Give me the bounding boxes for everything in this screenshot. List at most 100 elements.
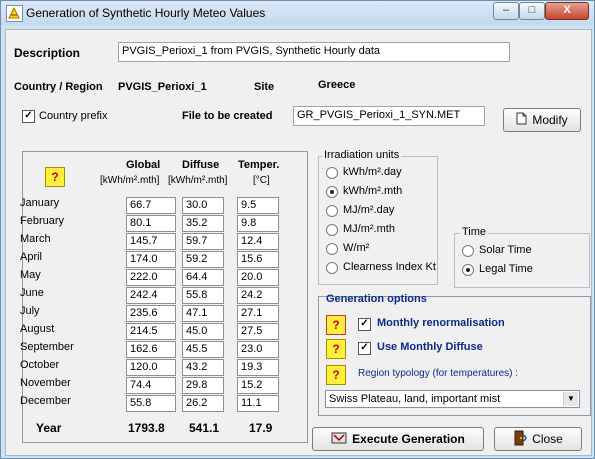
region-typology-select[interactable]: Swiss Plateau, land, important mist ▼: [325, 390, 580, 408]
temp-cell[interactable]: 12.4: [237, 233, 279, 250]
table-help-icon[interactable]: ?: [45, 167, 65, 187]
diffuse-help-icon[interactable]: ?: [326, 339, 346, 359]
monthly-renormalisation-label: Monthly renormalisation: [377, 317, 505, 329]
global-cell[interactable]: 55.8: [126, 395, 176, 412]
temp-cell[interactable]: 24.2: [237, 287, 279, 304]
description-label: Description: [14, 46, 81, 60]
diffuse-unit: [kWh/m².mth]: [168, 175, 228, 186]
unit-radio-clearness[interactable]: [326, 262, 338, 274]
renormalisation-help-icon[interactable]: ?: [326, 315, 346, 335]
year-global: 1793.8: [128, 421, 165, 435]
temp-cell[interactable]: 20.0: [237, 269, 279, 286]
global-cell[interactable]: 162.6: [126, 341, 176, 358]
global-cell[interactable]: 214.5: [126, 323, 176, 340]
temperature-unit: [°C]: [253, 175, 270, 186]
temp-cell[interactable]: 9.8: [237, 215, 279, 232]
file-label: File to be created: [182, 110, 273, 122]
temp-cell[interactable]: 9.5: [237, 197, 279, 214]
monthly-renormalisation-checkbox[interactable]: ✓: [358, 318, 371, 331]
global-cell[interactable]: 174.0: [126, 251, 176, 268]
maximize-button[interactable]: □: [519, 2, 545, 20]
modify-label: Modify: [532, 113, 568, 127]
month-label: April: [20, 251, 43, 263]
global-cell[interactable]: 80.1: [126, 215, 176, 232]
month-label: March: [20, 233, 51, 245]
window-title: Generation of Synthetic Hourly Meteo Val…: [26, 6, 266, 20]
unit-radio-kwh-day[interactable]: [326, 167, 338, 179]
close-icon: X: [563, 4, 571, 16]
diffuse-cell[interactable]: 43.2: [182, 359, 224, 376]
generation-options-label: Generation options: [326, 293, 427, 305]
temp-cell[interactable]: 27.1: [237, 305, 279, 322]
month-label: October: [20, 359, 60, 371]
global-cell[interactable]: 145.7: [126, 233, 176, 250]
file-name-input[interactable]: GR_PVGIS_Perioxi_1_SYN.MET: [293, 106, 485, 126]
unit-label: MJ/m².mth: [343, 223, 395, 235]
unit-label: MJ/m².day: [343, 204, 395, 216]
global-cell[interactable]: 242.4: [126, 287, 176, 304]
diffuse-cell[interactable]: 35.2: [182, 215, 224, 232]
diffuse-header: Diffuse: [182, 159, 220, 171]
diffuse-cell[interactable]: 64.4: [182, 269, 224, 286]
global-cell[interactable]: 235.6: [126, 305, 176, 322]
time-label: Time: [460, 226, 489, 238]
site-value: Greece: [318, 79, 356, 91]
country-prefix-checkbox[interactable]: ✓: [22, 110, 35, 123]
temperature-header: Temper.: [238, 159, 280, 171]
minimize-button[interactable]: –: [493, 2, 519, 20]
month-label: December: [20, 395, 71, 407]
execute-generation-label: Execute Generation: [352, 432, 465, 446]
temp-cell[interactable]: 27.5: [237, 323, 279, 340]
unit-label: Clearness Index Kt: [343, 261, 436, 273]
chevron-down-icon[interactable]: ▼: [563, 392, 578, 406]
diffuse-cell[interactable]: 47.1: [182, 305, 224, 322]
country-region-value: PVGIS_Perioxi_1: [118, 81, 207, 93]
month-label: July: [20, 305, 40, 317]
unit-radio-w-m2[interactable]: [326, 243, 338, 255]
region-help-icon[interactable]: ?: [326, 365, 346, 385]
time-group: [454, 233, 590, 288]
diffuse-cell[interactable]: 55.8: [182, 287, 224, 304]
temp-cell[interactable]: 23.0: [237, 341, 279, 358]
month-label: September: [20, 341, 74, 353]
diffuse-cell[interactable]: 59.2: [182, 251, 224, 268]
execute-generation-button[interactable]: Execute Generation: [312, 427, 484, 451]
unit-radio-mj-day[interactable]: [326, 205, 338, 217]
title-bar[interactable]: Generation of Synthetic Hourly Meteo Val…: [1, 1, 594, 25]
time-radio-legal[interactable]: [462, 264, 474, 276]
diffuse-cell[interactable]: 45.0: [182, 323, 224, 340]
irradiation-units-label: Irradiation units: [322, 149, 402, 161]
year-label: Year: [36, 421, 62, 435]
temp-cell[interactable]: 15.6: [237, 251, 279, 268]
unit-radio-mj-mth[interactable]: [326, 224, 338, 236]
temp-cell[interactable]: 15.2: [237, 377, 279, 394]
time-option-label: Solar Time: [479, 244, 532, 256]
diffuse-cell[interactable]: 29.8: [182, 377, 224, 394]
diffuse-cell[interactable]: 45.5: [182, 341, 224, 358]
use-monthly-diffuse-label: Use Monthly Diffuse: [377, 341, 483, 353]
global-cell[interactable]: 74.4: [126, 377, 176, 394]
close-window-button[interactable]: X: [545, 2, 589, 20]
year-diffuse: 541.1: [189, 421, 220, 435]
time-radio-solar[interactable]: [462, 245, 474, 257]
global-cell[interactable]: 66.7: [126, 197, 176, 214]
unit-radio-kwh-mth[interactable]: [326, 186, 338, 198]
site-label: Site: [254, 81, 275, 93]
month-label: February: [20, 215, 65, 227]
app-icon: [6, 5, 23, 22]
document-icon: [516, 112, 527, 128]
diffuse-cell[interactable]: 26.2: [182, 395, 224, 412]
global-unit: [kWh/m².mth]: [100, 175, 160, 186]
month-label: June: [20, 287, 44, 299]
description-input[interactable]: PVGIS_Perioxi_1 from PVGIS, Synthetic Ho…: [118, 42, 510, 62]
modify-button[interactable]: Modify: [503, 108, 581, 132]
use-monthly-diffuse-checkbox[interactable]: ✓: [358, 342, 371, 355]
diffuse-cell[interactable]: 30.0: [182, 197, 224, 214]
diffuse-cell[interactable]: 59.7: [182, 233, 224, 250]
temp-cell[interactable]: 19.3: [237, 359, 279, 376]
global-cell[interactable]: 222.0: [126, 269, 176, 286]
execute-icon: [331, 431, 347, 448]
temp-cell[interactable]: 11.1: [237, 395, 279, 412]
close-button[interactable]: Close: [494, 427, 582, 451]
global-cell[interactable]: 120.0: [126, 359, 176, 376]
